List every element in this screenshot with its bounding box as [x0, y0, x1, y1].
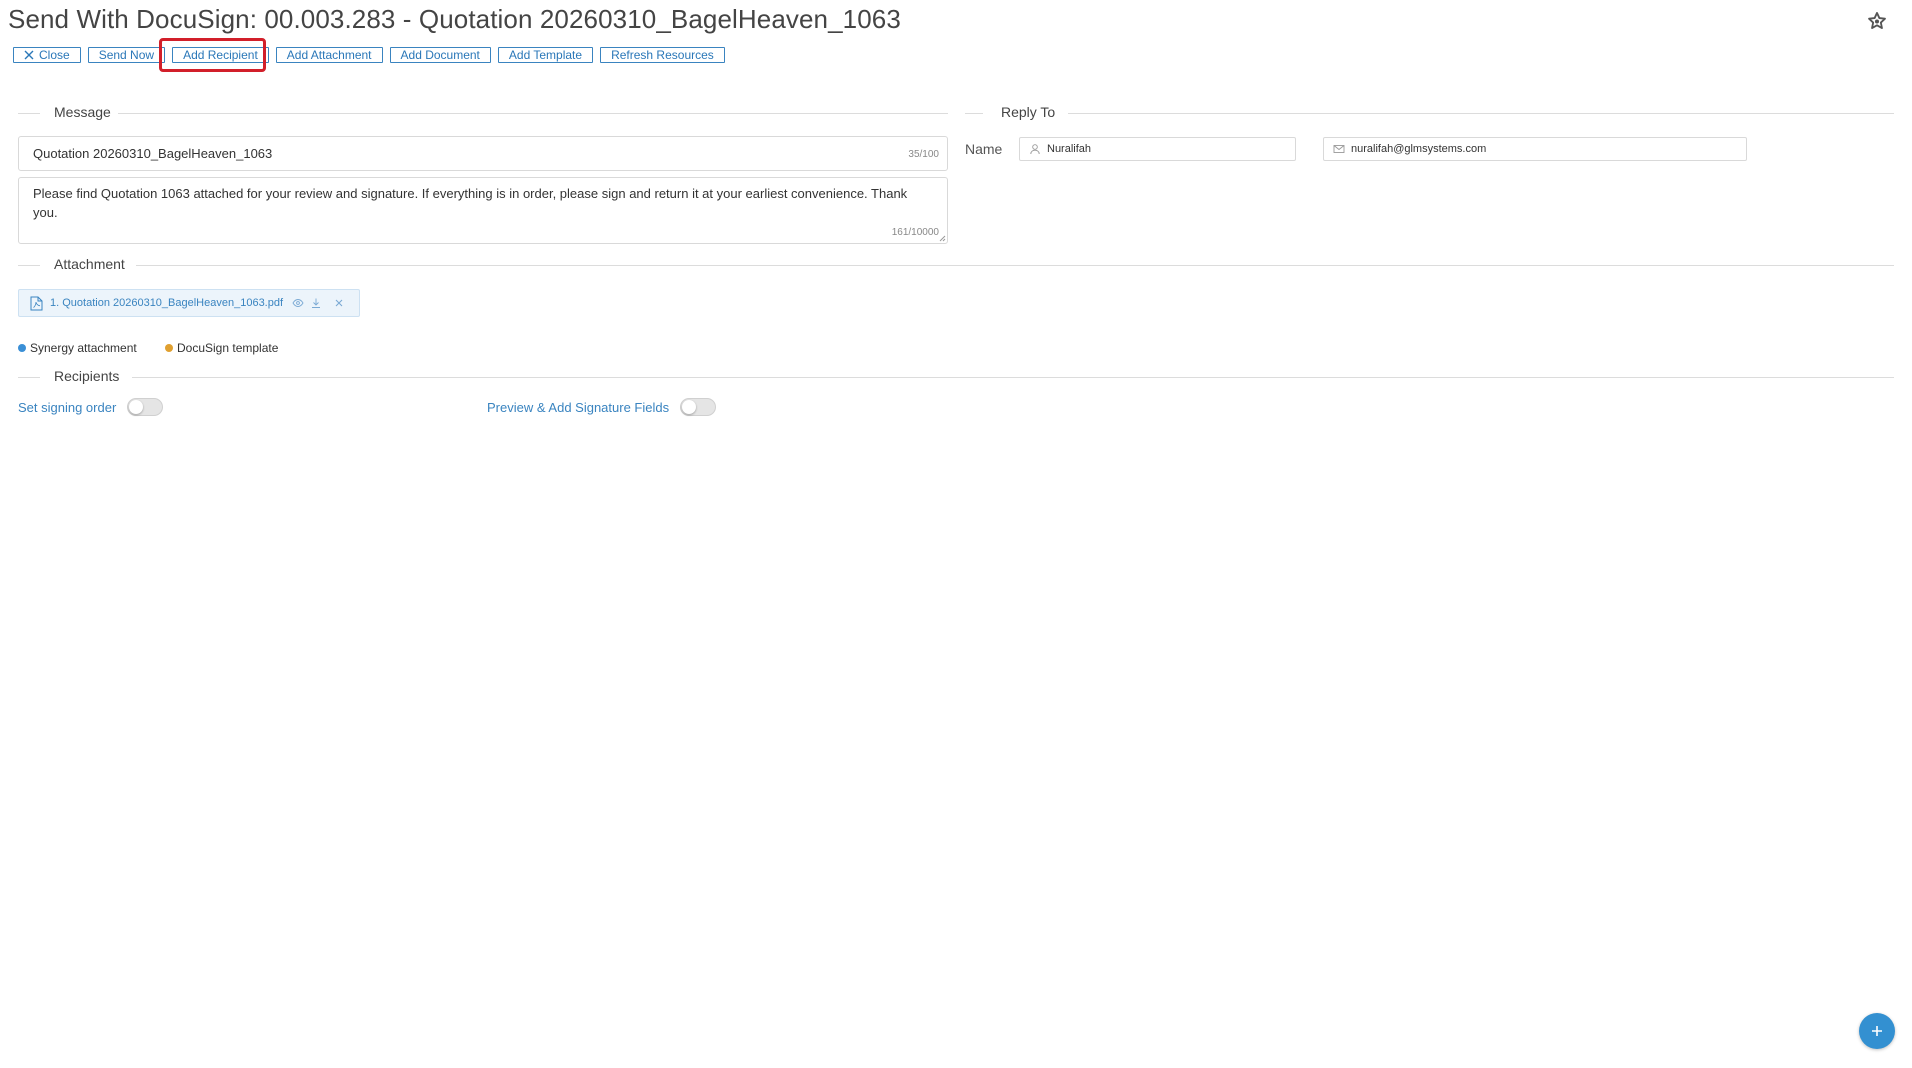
star-icon[interactable]: [1866, 10, 1888, 32]
message-body-textarea[interactable]: Please find Quotation 1063 attached for …: [18, 177, 948, 244]
signing-order-label[interactable]: Set signing order: [18, 400, 116, 415]
synergy-dot: [18, 344, 26, 352]
reply-to-email-input[interactable]: nuralifah@glmsystems.com: [1323, 137, 1747, 161]
signing-order-toggle[interactable]: [127, 398, 164, 416]
preview-signature-row: Preview & Add Signature Fields: [487, 398, 717, 416]
reply-to-section-label: Reply To: [1001, 104, 1056, 120]
close-button[interactable]: Close: [13, 47, 81, 63]
add-fab-button[interactable]: [1859, 1013, 1895, 1049]
add-template-button[interactable]: Add Template: [497, 47, 594, 63]
plus-icon: [1872, 1026, 1882, 1036]
add-recipient-button[interactable]: Add Recipient: [172, 47, 269, 63]
close-icon[interactable]: [334, 298, 344, 308]
preview-signature-toggle[interactable]: [680, 398, 717, 416]
eye-icon[interactable]: [292, 297, 304, 309]
refresh-resources-button[interactable]: Refresh Resources: [600, 47, 725, 63]
subject-input[interactable]: Quotation 20260310_BagelHeaven_1063 35/1…: [18, 136, 948, 171]
attachment-chip[interactable]: 1. Quotation 20260310_BagelHeaven_1063.p…: [18, 289, 360, 317]
legend-docusign: DocuSign template: [165, 341, 278, 355]
message-body-value: Please find Quotation 1063 attached for …: [33, 186, 908, 220]
toolbar: Close Send Now Add Recipient Add Attachm…: [13, 47, 732, 63]
reply-to-name-label: Name: [965, 141, 1003, 157]
reply-to-email-value: nuralifah@glmsystems.com: [1351, 143, 1487, 155]
legend-synergy-label: Synergy attachment: [30, 341, 137, 355]
user-icon: [1030, 144, 1040, 155]
reply-to-section-header: Reply To: [965, 103, 1894, 123]
signing-order-row: Set signing order: [18, 398, 164, 416]
reply-to-name-input[interactable]: Nuralifah: [1019, 137, 1296, 161]
reply-to-name-value: Nuralifah: [1047, 143, 1092, 155]
message-section-label: Message: [54, 104, 111, 120]
add-document-button[interactable]: Add Document: [389, 47, 491, 63]
legend-docusign-label: DocuSign template: [177, 341, 279, 355]
message-body-counter: 161/10000: [891, 227, 939, 238]
close-button-label: Close: [39, 48, 70, 62]
recipients-section-header: Recipients: [18, 367, 1894, 387]
attachment-file-name[interactable]: 1. Quotation 20260310_BagelHeaven_1063.p…: [50, 297, 283, 309]
page-title: Send With DocuSign: 00.003.283 - Quotati…: [8, 4, 901, 34]
message-section-header: Message: [18, 103, 948, 123]
attachment-section-label: Attachment: [54, 256, 125, 272]
add-attachment-button[interactable]: Add Attachment: [275, 47, 383, 63]
attachment-section-header: Attachment: [18, 255, 1894, 275]
send-now-button[interactable]: Send Now: [87, 47, 166, 63]
recipients-section-label: Recipients: [54, 368, 120, 384]
subject-value: Quotation 20260310_BagelHeaven_1063: [33, 146, 273, 161]
subject-counter: 35/100: [908, 149, 939, 160]
close-icon: [24, 50, 34, 60]
resize-handle-icon[interactable]: [939, 235, 946, 242]
pdf-file-icon: [30, 296, 43, 310]
download-icon[interactable]: [310, 297, 322, 309]
docusign-dot: [165, 344, 173, 352]
legend-synergy: Synergy attachment: [18, 341, 137, 355]
preview-signature-label[interactable]: Preview & Add Signature Fields: [487, 400, 669, 415]
mail-icon: [1333, 145, 1345, 153]
